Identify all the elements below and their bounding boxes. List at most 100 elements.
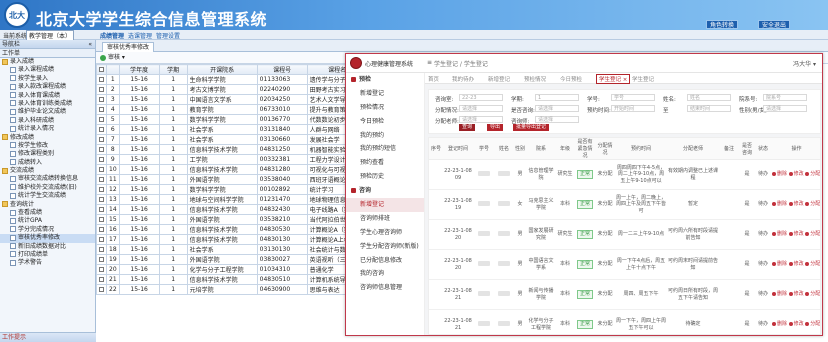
row-checkbox-cell[interactable]: [96, 124, 107, 135]
tree-item[interactable]: 修改课程类别: [0, 150, 95, 158]
row-checkbox-cell[interactable]: [96, 154, 107, 165]
filter-input[interactable]: 1: [535, 94, 579, 101]
mh-column-header[interactable]: 院系: [527, 138, 555, 160]
mh-column-header[interactable]: 是否有紧急情况: [575, 138, 595, 160]
nav-item[interactable]: 学生心理咨询师: [346, 226, 424, 240]
tree-item[interactable]: 录入科研成绩: [0, 117, 95, 125]
table-row[interactable]: 2 15-16 1 考古文博学院 02240290 田野考古实习: [96, 84, 368, 95]
row-checkbox[interactable]: [99, 167, 104, 172]
row-checkbox-cell[interactable]: [96, 224, 107, 235]
review-button[interactable]: 审核: [108, 54, 120, 61]
row-checkbox[interactable]: [99, 197, 104, 202]
mh-tab[interactable]: 新增登记: [488, 75, 510, 83]
table-row[interactable]: 21 15-16 1 信息科学技术学院 04830510 计算机系统导论: [96, 274, 368, 285]
row-checkbox-cell[interactable]: [96, 74, 107, 85]
row-checkbox[interactable]: [99, 87, 104, 92]
table-row[interactable]: 6 15-16 1 社会学系 03131840 人群与网络: [96, 124, 368, 135]
table-row[interactable]: 20 15-16 1 化学与分子工程学院 01034310 普通化学: [96, 264, 368, 275]
row-checkbox[interactable]: [99, 267, 104, 272]
action-link[interactable]: 分配老师: [805, 171, 820, 177]
action-link[interactable]: 分配老师: [805, 321, 820, 327]
row-checkbox[interactable]: [99, 107, 104, 112]
table-row[interactable]: 15 15-16 1 外国语学院 03538210 当代阿拉伯世界: [96, 214, 368, 225]
tree-item[interactable]: 审核交流成绩转换信息: [0, 175, 95, 183]
tree-item[interactable]: 统计GPA: [0, 217, 95, 225]
row-checkbox[interactable]: [99, 177, 104, 182]
menu-toggle-icon[interactable]: ≡: [427, 59, 432, 66]
row-checkbox[interactable]: [99, 287, 104, 292]
tree-item[interactable]: 统计录入情况: [0, 125, 95, 133]
nav-item[interactable]: 新增登记: [346, 87, 424, 101]
nav-item[interactable]: 我的咨询: [346, 267, 424, 281]
mh-column-header[interactable]: 状态: [755, 138, 771, 160]
switch-role-button[interactable]: 角色转换: [706, 20, 739, 29]
row-checkbox[interactable]: [99, 127, 104, 132]
row-checkbox-cell[interactable]: [96, 214, 107, 225]
row-checkbox[interactable]: [99, 227, 104, 232]
nav-item[interactable]: 预检历史: [346, 170, 424, 184]
pku-column-header[interactable]: 课程号: [256, 64, 308, 75]
nav-item[interactable]: 我的预约短信: [346, 142, 424, 156]
table-row[interactable]: 22-23-1-08 21 男新闻与传播学院 本科 正常 未分配 周四、周五下午 可约周日所…: [429, 279, 820, 310]
action-link[interactable]: 删除: [772, 171, 789, 177]
table-row[interactable]: 17 15-16 1 信息科学技术学院 04830130 计算概论A上机: [96, 234, 368, 245]
batch-export-button[interactable]: 批量导出登记: [513, 124, 550, 131]
tree-item[interactable]: 成绩转入: [0, 159, 95, 167]
row-checkbox-cell[interactable]: [96, 84, 107, 95]
tree-item[interactable]: 按学生录入: [0, 75, 95, 83]
row-checkbox[interactable]: [99, 277, 104, 282]
action-link[interactable]: 删除: [772, 261, 789, 267]
row-checkbox-cell[interactable]: [96, 164, 107, 175]
row-checkbox-cell[interactable]: [96, 134, 107, 145]
select-all-checkbox[interactable]: [99, 67, 104, 72]
row-checkbox[interactable]: [99, 97, 104, 102]
tree-item[interactable]: 打印成绩单: [0, 251, 95, 259]
row-checkbox-cell[interactable]: [96, 184, 107, 195]
tab-review-excellent-rate[interactable]: 审核优秀率修改: [102, 42, 155, 52]
row-checkbox[interactable]: [99, 147, 104, 152]
row-checkbox[interactable]: [99, 237, 104, 242]
row-checkbox[interactable]: [99, 247, 104, 252]
mh-column-header[interactable]: 序号: [429, 138, 443, 160]
menu-settings[interactable]: 管理设置: [156, 31, 180, 40]
row-checkbox[interactable]: [99, 187, 104, 192]
row-checkbox-cell[interactable]: [96, 114, 107, 125]
pku-column-header[interactable]: 学期: [158, 64, 188, 75]
table-row[interactable]: 3 15-16 1 中国语言文学系 02034250 艺术人文学导论: [96, 94, 368, 105]
row-checkbox[interactable]: [99, 157, 104, 162]
row-checkbox-cell[interactable]: [96, 104, 107, 115]
collapse-sidebar-icon[interactable]: «: [88, 40, 92, 49]
user-menu[interactable]: 冯大华 ▾: [793, 59, 816, 68]
tree-item[interactable]: 修改成绩: [0, 134, 95, 142]
filter-input[interactable]: 请选择: [763, 105, 807, 112]
export-button[interactable]: 导出: [487, 124, 504, 131]
table-row[interactable]: 14 15-16 1 信息科学技术学院 04832430 电子线路A（实验）: [96, 204, 368, 215]
mh-column-header[interactable]: 分配老师: [667, 138, 719, 160]
filter-input[interactable]: 结束时间: [687, 105, 731, 112]
row-checkbox[interactable]: [99, 137, 104, 142]
table-row[interactable]: 8 15-16 1 信息科学技术学院 04831250 机器智能实验: [96, 144, 368, 155]
row-checkbox-cell[interactable]: [96, 194, 107, 205]
tree-item[interactable]: 查看成绩: [0, 209, 95, 217]
table-row[interactable]: 18 15-16 1 社会学系 03130130 社会统计与数据: [96, 244, 368, 255]
action-link[interactable]: 删除: [772, 201, 789, 207]
search-button[interactable]: 查询: [459, 124, 476, 131]
nav-group[interactable]: 预检: [346, 73, 424, 87]
action-link[interactable]: 修改: [788, 231, 806, 237]
nav-item[interactable]: 咨询师排班: [346, 212, 424, 226]
mh-tab[interactable]: 我的待办: [452, 75, 474, 83]
dropdown-icon[interactable]: ▾: [120, 54, 125, 61]
table-row[interactable]: 16 15-16 1 信息科学技术学院 04830530 计算概论A（实验）: [96, 224, 368, 235]
mh-column-header[interactable]: 操作: [771, 138, 820, 160]
nav-item[interactable]: 我的预约: [346, 129, 424, 143]
action-link[interactable]: 分配老师: [805, 201, 820, 207]
table-row[interactable]: 11 15-16 1 外国语学院 03538040 西班牙语概论: [96, 174, 368, 185]
nav-group[interactable]: 咨询: [346, 184, 424, 198]
nav-item[interactable]: 咨询师信息管理: [346, 281, 424, 295]
row-checkbox[interactable]: [99, 207, 104, 212]
mh-column-header[interactable]: 姓名: [495, 138, 513, 160]
table-row[interactable]: 19 15-16 1 外国语学院 03830027 英语视听（三）: [96, 254, 368, 265]
table-row[interactable]: 13 15-16 1 地球与空间科学学院 01231470 地球物理信息: [96, 194, 368, 205]
table-row[interactable]: 22-23-1-08 20 男中国语言文学系 本科 正常 未分配 周一下午4点后，周五上午…: [429, 249, 820, 280]
row-checkbox-cell[interactable]: [96, 274, 107, 285]
